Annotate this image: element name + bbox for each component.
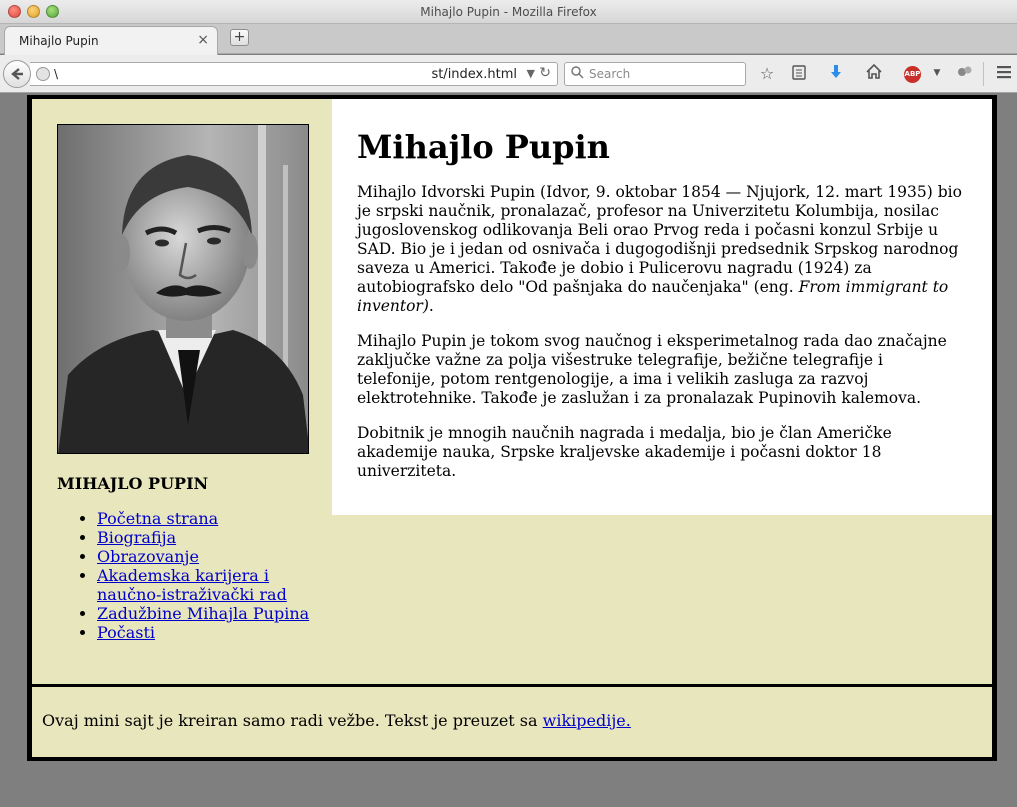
sidebar-nav-list: Početna strana Biografija Obrazovanje Ak… bbox=[97, 509, 327, 642]
bookmarks-list-icon[interactable] bbox=[789, 64, 809, 84]
extension-icon[interactable] bbox=[955, 64, 975, 83]
toolbar-separator bbox=[983, 62, 984, 86]
new-tab-button[interactable]: + bbox=[230, 29, 249, 46]
paragraph-intro-end: . bbox=[428, 297, 434, 315]
nav-item-pocasti: Počasti bbox=[97, 623, 327, 642]
tab-close-icon[interactable]: × bbox=[197, 32, 209, 48]
page-footer: Ovaj mini sajt je kreiran samo radi vežb… bbox=[32, 687, 992, 757]
footer-wikipedia-link[interactable]: wikipedije. bbox=[543, 711, 631, 730]
page-title: Mihajlo Pupin bbox=[357, 128, 610, 166]
sidebar-title: MIHAJLO PUPIN bbox=[57, 474, 209, 493]
nav-item-obrazovanje: Obrazovanje bbox=[97, 547, 327, 566]
paragraph-awards: Dobitnik je mnogih naučnih nagrada i med… bbox=[357, 424, 892, 480]
nav-item-zaduzbine: Zadužbine Mihajla Pupina bbox=[97, 604, 327, 623]
adblock-dropdown-icon[interactable]: ▼ bbox=[927, 68, 947, 78]
nav-item-pocetna-strana: Početna strana bbox=[97, 509, 327, 528]
tab-mihajlo-pupin[interactable]: Mihajlo Pupin × bbox=[4, 26, 218, 55]
nav-link-akademska-karijera[interactable]: Akademska karijera i naučno-istraživački… bbox=[97, 566, 287, 604]
url-text-start: \ bbox=[54, 67, 59, 81]
tab-label: Mihajlo Pupin bbox=[19, 34, 99, 48]
article-content: Mihajlo Pupin Mihajlo Idvorski Pupin (Id… bbox=[332, 99, 992, 515]
portrait-image bbox=[58, 125, 308, 453]
hamburger-menu-icon[interactable] bbox=[994, 64, 1014, 83]
url-text: st/index.html bbox=[431, 67, 517, 82]
portrait-photo bbox=[57, 124, 309, 454]
search-icon bbox=[571, 66, 584, 83]
nav-link-pocetna-strana[interactable]: Početna strana bbox=[97, 509, 218, 528]
tab-strip: Mihajlo Pupin × + bbox=[0, 24, 1017, 55]
window-title: Mihajlo Pupin - Mozilla Firefox bbox=[420, 5, 597, 19]
adblock-plus-icon[interactable]: ABP bbox=[904, 66, 921, 83]
home-icon[interactable] bbox=[864, 63, 884, 83]
search-input[interactable]: Search bbox=[564, 62, 746, 86]
url-history-dropdown-icon[interactable]: ▼ bbox=[527, 67, 535, 80]
paragraph-intro: Mihajlo Idvorski Pupin (Idvor, 9. oktoba… bbox=[357, 183, 964, 316]
main-container: MIHAJLO PUPIN Početna strana Biografija … bbox=[32, 99, 992, 684]
nav-link-zaduzbine[interactable]: Zadužbine Mihajla Pupina bbox=[97, 604, 309, 623]
navigation-toolbar: \ st/index.html ▼ ↻ Search ☆ ABP ▼ bbox=[0, 55, 1017, 93]
search-placeholder: Search bbox=[589, 67, 631, 81]
back-arrow-icon bbox=[11, 68, 23, 80]
nav-item-akademska-karijera: Akademska karijera i naučno-istraživački… bbox=[97, 566, 327, 604]
paragraph-research: Mihajlo Pupin je tokom svog naučnog i ek… bbox=[357, 332, 947, 407]
reload-icon[interactable]: ↻ bbox=[539, 65, 551, 81]
window-titlebar: Mihajlo Pupin - Mozilla Firefox bbox=[0, 0, 1017, 24]
url-bar[interactable]: \ st/index.html ▼ ↻ bbox=[30, 62, 558, 86]
site-identity-globe-icon[interactable] bbox=[36, 67, 50, 81]
downloads-icon[interactable] bbox=[826, 64, 846, 84]
nav-link-biografija[interactable]: Biografija bbox=[97, 528, 176, 547]
back-button[interactable] bbox=[3, 60, 31, 88]
nav-link-obrazovanje[interactable]: Obrazovanje bbox=[97, 547, 199, 566]
page-frame: MIHAJLO PUPIN Početna strana Biografija … bbox=[27, 95, 997, 761]
bookmark-star-icon[interactable]: ☆ bbox=[757, 64, 777, 83]
footer-note: Ovaj mini sajt je kreiran samo radi vežb… bbox=[42, 711, 543, 730]
nav-link-pocasti[interactable]: Počasti bbox=[97, 623, 155, 642]
footer-text: Ovaj mini sajt je kreiran samo radi vežb… bbox=[42, 711, 631, 730]
nav-item-biografija: Biografija bbox=[97, 528, 327, 547]
